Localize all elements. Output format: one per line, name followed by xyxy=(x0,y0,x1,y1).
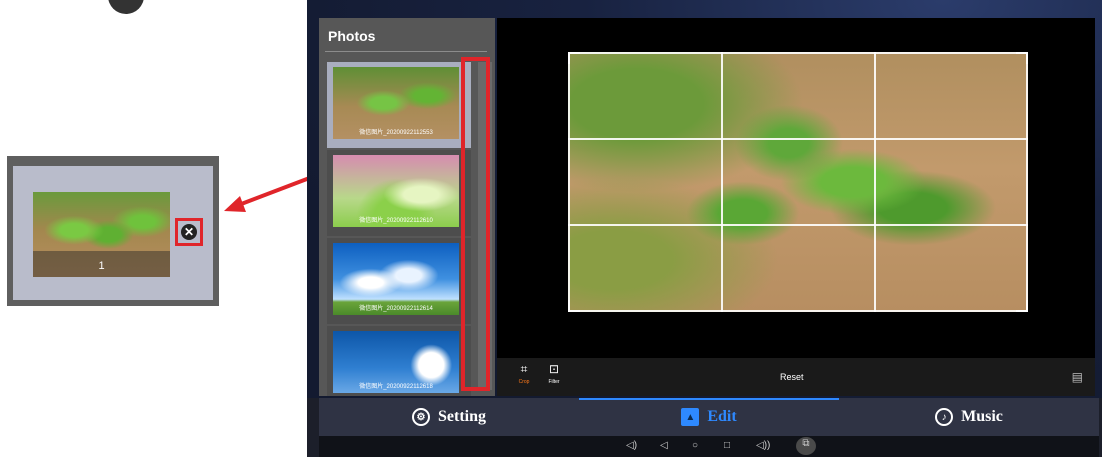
photo-caption: 微信图片_20200922112610 xyxy=(359,218,433,224)
volume-down-icon[interactable]: ◁) xyxy=(626,439,637,453)
photo-caption: 微信图片_20200922112553 xyxy=(359,130,433,136)
thumbnail-number: 1 xyxy=(98,260,105,272)
tab-edit-label: Edit xyxy=(707,408,737,425)
crop-handle[interactable] xyxy=(568,52,580,64)
zoomed-thumbnail: 1 xyxy=(33,192,170,277)
bottom-tab-bar: ⚙ Setting ▲ Edit ♪ Music xyxy=(319,398,1099,436)
edit-toolbar: ⌗ Crop ⊡ Filter Reset ▤ xyxy=(497,358,1095,396)
tab-edit[interactable]: ▲ Edit xyxy=(579,398,839,436)
music-note-icon: ♪ xyxy=(935,408,954,426)
photos-title: Photos xyxy=(328,28,376,44)
photo-thumbnail[interactable]: 微信图片_20200922112618 xyxy=(333,331,459,393)
crop-grid-line xyxy=(568,138,1028,140)
device-screen: Photos 微信图片_20200922112553 ✕ 微信图片_202009… xyxy=(307,0,1102,457)
crop-handle[interactable] xyxy=(1016,300,1028,312)
tab-setting-label: Setting xyxy=(438,408,486,425)
filter-button[interactable]: ⊡ Filter xyxy=(539,362,569,385)
save-icon[interactable]: ▤ xyxy=(1072,370,1083,384)
photo-item[interactable]: 微信图片_20200922112553 ✕ xyxy=(327,62,491,148)
partial-circle-icon xyxy=(108,0,144,14)
tab-music[interactable]: ♪ Music xyxy=(839,398,1099,436)
crop-image[interactable] xyxy=(568,52,1028,312)
photo-item[interactable]: 微信图片_20200922112614 ✕ xyxy=(327,238,491,324)
volume-up-icon[interactable]: ◁)) xyxy=(756,439,770,453)
crop-grid-line xyxy=(874,52,876,312)
tab-music-label: Music xyxy=(961,408,1003,425)
system-nav-bar: ◁) ◁ ○ □ ◁)) ⧉ xyxy=(319,436,1099,457)
crop-border xyxy=(568,52,1028,54)
crop-handle[interactable] xyxy=(568,300,580,312)
crop-button[interactable]: ⌗ Crop xyxy=(509,362,539,385)
back-icon[interactable]: ◁ xyxy=(660,439,668,453)
crop-handle[interactable] xyxy=(1016,52,1028,64)
filter-icon: ⊡ xyxy=(548,362,560,376)
crop-border xyxy=(568,310,1028,312)
home-icon[interactable]: ○ xyxy=(692,439,698,453)
divider xyxy=(325,51,487,52)
filter-label: Filter xyxy=(548,379,560,385)
crop-grid-line xyxy=(721,52,723,312)
photo-caption: 微信图片_20200922112614 xyxy=(359,306,433,312)
photo-thumbnail[interactable]: 微信图片_20200922112553 xyxy=(333,67,459,139)
photo-caption: 微信图片_20200922112618 xyxy=(359,384,433,390)
highlight-rectangle xyxy=(461,57,490,391)
photo-thumbnail[interactable]: 微信图片_20200922112614 xyxy=(333,243,459,315)
image-icon: ▲ xyxy=(681,408,700,426)
crop-border xyxy=(568,52,570,312)
crop-grid-line xyxy=(568,224,1028,226)
editor-canvas xyxy=(497,18,1095,358)
gear-icon: ⚙ xyxy=(412,408,430,426)
screenshot-icon[interactable]: ⧉ xyxy=(796,437,816,455)
recents-icon[interactable]: □ xyxy=(724,439,730,453)
zoomed-close-highlight: ✕ xyxy=(175,218,203,246)
photo-item[interactable]: 微信图片_20200922112610 ✕ xyxy=(327,150,491,236)
tab-setting[interactable]: ⚙ Setting xyxy=(319,398,579,436)
photo-thumbnail[interactable]: 微信图片_20200922112610 xyxy=(333,155,459,227)
photo-item[interactable]: 微信图片_20200922112618 ✕ xyxy=(327,326,491,396)
crop-border xyxy=(1026,52,1028,312)
active-tab-indicator xyxy=(579,398,839,400)
crop-label: Crop xyxy=(518,379,530,385)
zoomed-photo-item-callout: 1 ✕ xyxy=(7,156,219,306)
crop-icon: ⌗ xyxy=(520,362,528,376)
close-icon[interactable]: ✕ xyxy=(181,224,197,240)
reset-button[interactable]: Reset xyxy=(780,372,804,382)
